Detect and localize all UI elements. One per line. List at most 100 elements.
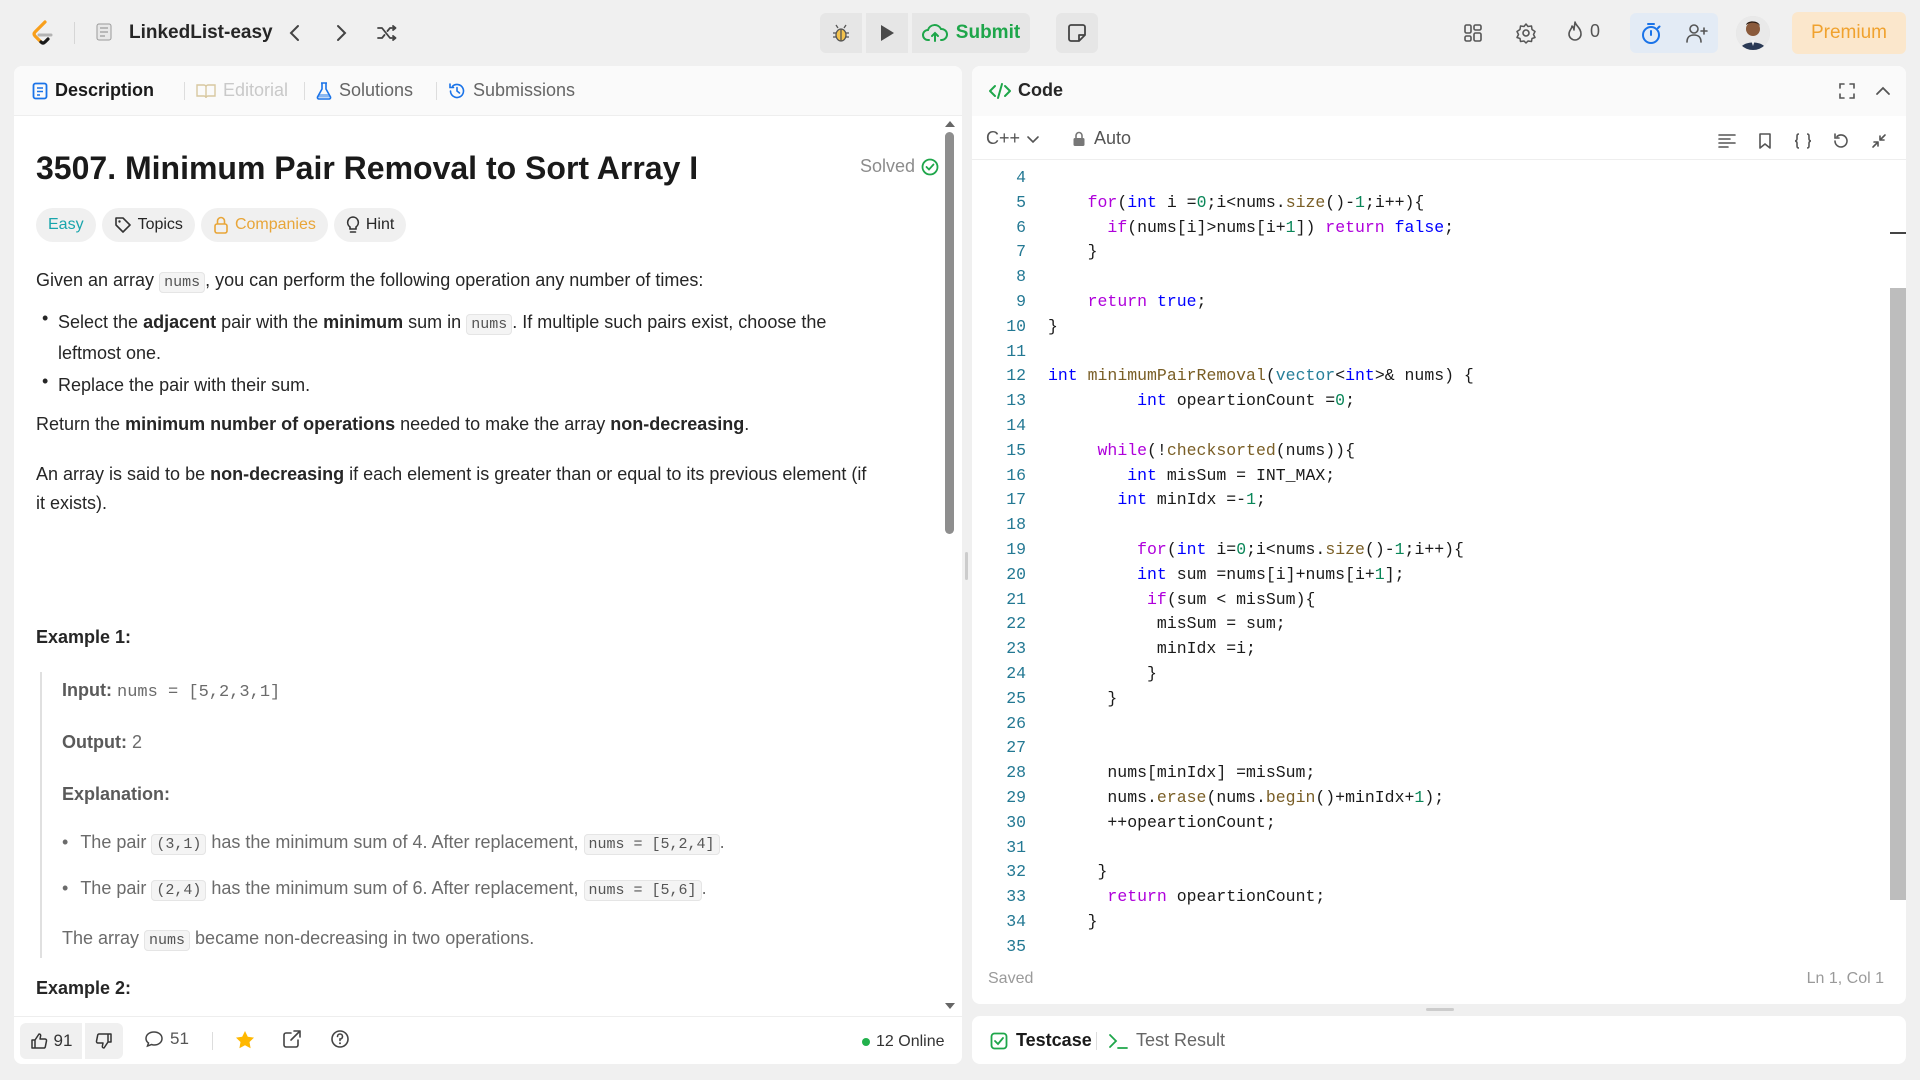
stopwatch-icon[interactable] [1638,20,1664,46]
code-line[interactable]: 34 } [972,912,1872,937]
code-line[interactable]: 6 if(nums[i]>nums[i+1]) return false; [972,218,1872,243]
collapse-icon[interactable] [1872,80,1894,102]
code-line[interactable]: 13 int opeartionCount =0; [972,391,1872,416]
line-number: 31 [1006,837,1026,857]
text: became non-decreasing in two operations. [190,928,535,948]
submit-button[interactable]: Submit [912,13,1030,53]
inline-code: nums [159,272,206,293]
format-icon[interactable] [1716,130,1738,152]
streak-counter[interactable]: 0 [1566,20,1600,42]
dislike-button[interactable] [85,1023,123,1059]
companies-chip[interactable]: Companies [200,208,328,242]
line-number: 35 [1006,936,1026,954]
editor-scroll-marker [1890,232,1906,234]
code-text: int sum =nums[i]+nums[i+1]; [1137,564,1405,584]
bookmark-icon[interactable] [1754,130,1776,152]
code-line[interactable]: 14 [972,416,1872,441]
hint-chip[interactable]: Hint [333,208,407,242]
code-editor[interactable]: 45 for(int i =0;i<nums.size()-1;i++){6 i… [972,160,1906,954]
description-paragraph: Given an array nums, you can perform the… [36,266,936,297]
tab-testcase[interactable]: Testcase [990,1030,1092,1051]
notes-button[interactable] [1056,13,1098,53]
code-line[interactable]: 18 [972,515,1872,540]
comments-button[interactable]: 51 [144,1029,189,1049]
reset-icon[interactable] [1830,130,1852,152]
run-button[interactable] [866,13,908,53]
play-icon [881,25,894,41]
auto-complete-toggle[interactable]: Auto [1072,128,1131,149]
code-line[interactable]: 26 [972,714,1872,739]
inline-code: nums [144,930,191,951]
code-line[interactable]: 8 [972,267,1872,292]
code-line[interactable]: 35 [972,937,1872,954]
add-friend-icon[interactable] [1684,20,1710,46]
leetcode-logo-icon[interactable] [28,18,58,48]
code-line[interactable]: 25 } [972,689,1872,714]
minimize-icon[interactable] [1868,130,1890,152]
line-number: 28 [1006,763,1026,783]
code-line[interactable]: 17 int minIdx =-1; [972,490,1872,515]
code-line[interactable]: 33 return opeartionCount; [972,887,1872,912]
maximize-icon[interactable] [1836,80,1858,102]
share-button[interactable] [282,1029,302,1049]
code-line[interactable]: 15 while(!checksorted(nums)){ [972,441,1872,466]
code-line[interactable]: 32 } [972,862,1872,887]
description-bullet-1: Select the adjacent pair with the minimu… [58,308,928,368]
difficulty-badge[interactable]: Easy [36,208,96,242]
code-text: while(!checksorted(nums)){ [1097,440,1355,460]
next-problem-button[interactable] [328,20,354,46]
code-line[interactable]: 9 return true; [972,292,1872,317]
tab-editorial[interactable]: Editorial [196,80,288,101]
code-line[interactable]: 21 if(sum < misSum){ [972,590,1872,615]
code-line[interactable]: 12 int minimumPairRemoval(vector<int>& nu… [972,366,1872,391]
line-number: 34 [1006,912,1026,931]
prev-problem-button[interactable] [282,20,308,46]
topics-chip[interactable]: Topics [101,208,195,242]
help-button[interactable] [330,1029,350,1049]
code-line[interactable]: 27 [972,738,1872,763]
tab-test-result[interactable]: Test Result [1108,1030,1225,1051]
example-1-title: Example 1: [36,627,132,647]
problem-title[interactable]: 3507. Minimum Pair Removal to Sort Array… [36,150,698,187]
code-line[interactable]: 30 ++opeartionCount; [972,813,1872,838]
debug-button[interactable] [820,13,862,53]
code-line[interactable]: 16 int misSum = INT_MAX; [972,466,1872,491]
premium-button[interactable]: Premium [1792,12,1906,54]
star-icon [236,1031,254,1049]
description-scrollbar[interactable] [945,132,954,534]
code-line[interactable]: 28 nums[minIdx] =misSum; [972,763,1872,788]
code-line[interactable]: 7 } [972,242,1872,267]
lightbulb-icon [346,216,360,233]
shuffle-icon[interactable] [374,20,400,46]
tab-solutions[interactable]: Solutions [316,80,413,101]
language-select[interactable]: C++ [986,128,1040,149]
code-line[interactable]: 31 [972,838,1872,863]
scroll-up-arrow[interactable] [944,120,956,128]
code-text: } [1048,242,1098,262]
vertical-resize-handle[interactable] [1426,1008,1454,1011]
code-line[interactable]: 20 int sum =nums[i]+nums[i+1]; [972,565,1872,590]
favorite-button[interactable] [234,1029,256,1051]
example-explanation-label: Explanation: [62,784,170,805]
code-line[interactable]: 24 } [972,664,1872,689]
code-line[interactable]: 5 for(int i =0;i<nums.size()-1;i++){ [972,193,1872,218]
code-text: nums[minIdx] =misSum; [1048,763,1316,783]
code-line[interactable]: 29 nums.erase(nums.begin()+minIdx+1); [972,788,1872,813]
code-line[interactable]: 19 for(int i=0;i<nums.size()-1;i++){ [972,540,1872,565]
code-line[interactable]: 22 misSum = sum; [972,614,1872,639]
editor-scrollbar[interactable] [1890,288,1906,900]
layout-icon[interactable] [1460,20,1486,46]
like-button[interactable]: 91 [20,1023,82,1059]
avatar[interactable] [1736,16,1770,50]
tab-submissions[interactable]: Submissions [448,80,575,101]
tab-description[interactable]: Description [32,80,154,101]
braces-icon[interactable] [1792,130,1814,152]
code-line[interactable]: 11 [972,342,1872,367]
panel-resize-handle[interactable] [965,552,968,580]
code-line[interactable]: 4 [972,168,1872,193]
scroll-down-arrow[interactable] [944,1002,956,1010]
gear-icon[interactable] [1513,20,1539,46]
problem-list-title[interactable]: LinkedList-easy [129,22,273,44]
code-line[interactable]: 10} [972,317,1872,342]
code-line[interactable]: 23 minIdx =i; [972,639,1872,664]
